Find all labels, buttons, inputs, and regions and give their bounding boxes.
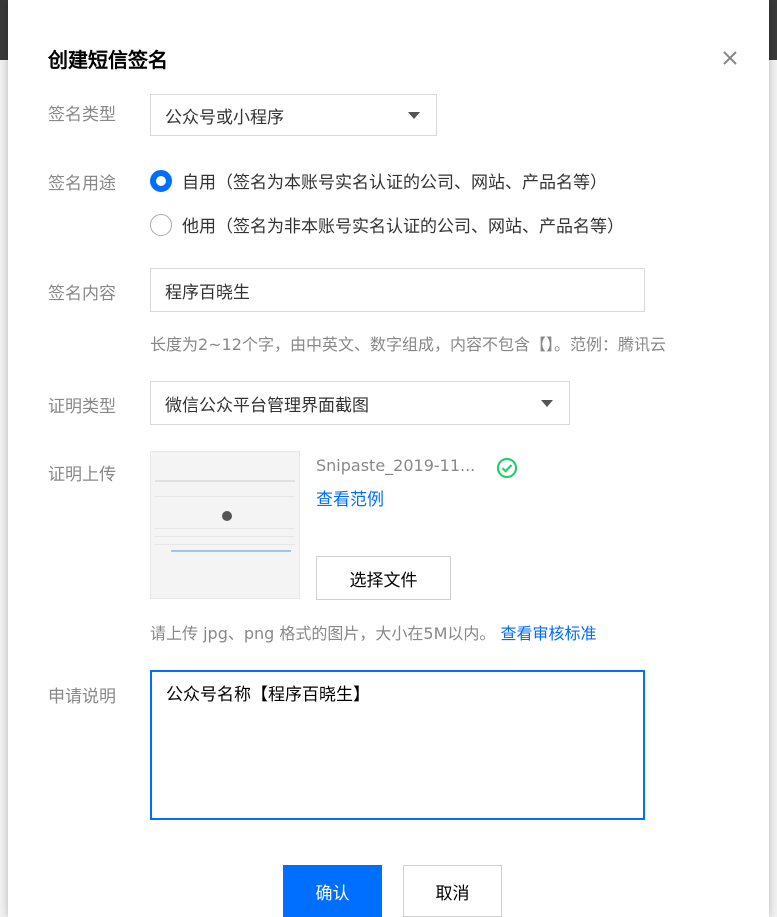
dialog-title: 创建短信签名: [48, 48, 168, 72]
chevron-down-icon: [541, 400, 553, 407]
create-sms-signature-dialog: 创建短信签名 签名类型 公众号或小程序 签名用途 自用（签名为本账号实名认证的公…: [8, 0, 769, 917]
confirm-button[interactable]: 确认: [283, 865, 382, 917]
sign-type-label: 签名类型: [48, 105, 116, 125]
review-standard-link[interactable]: 查看审核标准: [500, 624, 596, 643]
sign-content-hint: 长度为2~12个字，由中英文、数字组成，内容不包含【】。范例：腾讯云: [150, 335, 666, 354]
upload-hint-text: 请上传 jpg、png 格式的图片，大小在5M以内。: [150, 624, 496, 643]
sign-content-label: 签名内容: [48, 284, 116, 304]
cert-type-label: 证明类型: [48, 397, 116, 417]
radio-other-use-label: 他用（签名为非本账号实名认证的公司、网站、产品名等）: [182, 217, 624, 237]
check-circle-icon: [496, 457, 518, 479]
cert-type-select[interactable]: 微信公众平台管理界面截图: [150, 381, 570, 425]
radio-self-use[interactable]: 自用（签名为本账号实名认证的公司、网站、产品名等）: [150, 168, 607, 193]
cert-upload-label: 证明上传: [48, 465, 116, 485]
sign-type-select[interactable]: 公众号或小程序: [150, 94, 437, 136]
radio-checked-icon[interactable]: [150, 169, 172, 192]
apply-note-label: 申请说明: [48, 687, 116, 707]
cert-type-value: 微信公众平台管理界面截图: [165, 395, 369, 416]
chevron-down-icon: [408, 112, 420, 119]
sign-content-value: 程序百晓生: [165, 282, 250, 303]
uploaded-file-name: Snipaste_2019-11...: [316, 456, 476, 475]
radio-unchecked-icon[interactable]: [150, 213, 172, 236]
choose-file-button[interactable]: 选择文件: [316, 556, 451, 600]
sign-use-label: 签名用途: [48, 174, 116, 194]
apply-note-value: 公众号名称【程序百晓生】: [166, 685, 370, 705]
thumbnail-preview-icon: [151, 452, 299, 598]
apply-note-textarea[interactable]: 公众号名称【程序百晓生】: [150, 670, 645, 820]
radio-other-use[interactable]: 他用（签名为非本账号实名认证的公司、网站、产品名等）: [150, 212, 624, 237]
cancel-button[interactable]: 取消: [403, 865, 502, 917]
upload-hint: 请上传 jpg、png 格式的图片，大小在5M以内。 查看审核标准: [150, 620, 596, 644]
sign-type-value: 公众号或小程序: [165, 107, 284, 128]
uploaded-image-thumbnail[interactable]: [150, 451, 300, 599]
close-icon[interactable]: [718, 46, 742, 70]
view-example-link[interactable]: 查看范例: [316, 485, 384, 510]
sign-content-input[interactable]: 程序百晓生: [150, 268, 645, 312]
radio-self-use-label: 自用（签名为本账号实名认证的公司、网站、产品名等）: [182, 173, 607, 193]
